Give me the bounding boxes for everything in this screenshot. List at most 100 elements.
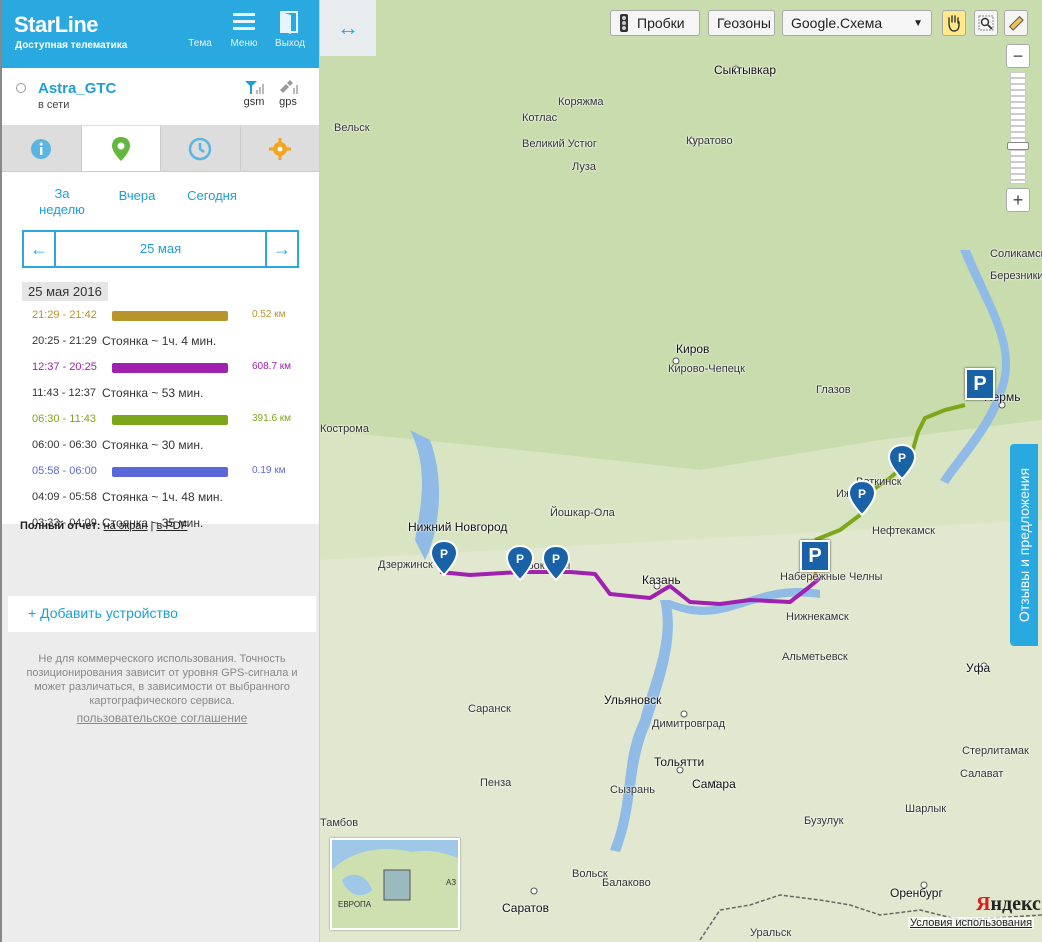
top-bar: StarLine Доступная телематика Тема Меню … bbox=[2, 0, 319, 68]
starline-logo[interactable]: StarLine bbox=[14, 12, 99, 38]
stop-row[interactable]: 04:09 - 05:58 Стоянка ~ 1ч. 48 мин. bbox=[32, 490, 302, 506]
tab-history[interactable] bbox=[161, 126, 241, 171]
parking-pin[interactable]: P bbox=[541, 544, 571, 586]
feedback-tab[interactable]: Отзывы и предложения bbox=[1010, 444, 1038, 646]
entry-time: 06:00 - 06:30 bbox=[32, 439, 97, 451]
minimap-terrain bbox=[332, 840, 458, 928]
parking-pin-icon: P bbox=[429, 539, 459, 577]
parking-pin[interactable]: P bbox=[847, 479, 877, 521]
trip-distance: 0.19 км bbox=[252, 465, 286, 476]
stop-row[interactable]: 11:43 - 12:37 Стоянка ~ 53 мин. bbox=[32, 386, 302, 402]
svg-text:P: P bbox=[898, 451, 906, 465]
entry-time: 20:25 - 21:29 bbox=[32, 335, 97, 347]
terms-of-use-link[interactable]: Условия использования bbox=[908, 917, 1035, 929]
stop-duration: Стоянка ~ 53 мин. bbox=[102, 386, 204, 400]
tab-settings[interactable] bbox=[241, 126, 320, 171]
antenna-signal-icon bbox=[245, 81, 264, 94]
day-header: 25 мая 2016 bbox=[22, 282, 108, 301]
svg-text:P: P bbox=[858, 487, 866, 501]
device-status-dot bbox=[16, 83, 26, 93]
brand-tagline: Доступная телематика bbox=[15, 40, 128, 51]
pan-tool-button[interactable] bbox=[942, 10, 966, 36]
expand-map-button[interactable]: ↔ bbox=[320, 0, 376, 56]
tab-info[interactable] bbox=[2, 126, 82, 171]
city-label: Набережные Челны bbox=[780, 571, 883, 583]
map-pin-icon bbox=[111, 136, 130, 161]
city-label: Альметьевск bbox=[782, 651, 848, 663]
device-name[interactable]: Astra_GTC bbox=[38, 80, 116, 97]
report-screen-link[interactable]: на экран bbox=[104, 520, 148, 532]
traffic-button[interactable]: Пробки bbox=[610, 10, 700, 36]
stop-row[interactable]: 20:25 - 21:29 Стоянка ~ 1ч. 4 мин. bbox=[32, 334, 302, 350]
stop-row[interactable]: 06:00 - 06:30 Стоянка ~ 30 мин. bbox=[32, 438, 302, 454]
city-label: Уральск bbox=[750, 927, 792, 939]
period-today[interactable]: Сегодня bbox=[180, 188, 244, 204]
device-status: в сети bbox=[38, 99, 70, 111]
city-label: Шарлык bbox=[905, 803, 947, 815]
parking-marker-large[interactable]: P bbox=[800, 540, 830, 572]
city-label: Соликамск bbox=[990, 248, 1042, 260]
menu-label: Меню bbox=[230, 38, 258, 49]
svg-text:P: P bbox=[440, 547, 448, 561]
parking-pin-icon: P bbox=[887, 443, 917, 481]
parking-marker-large[interactable]: P bbox=[965, 368, 995, 400]
city-label: Великий Устюг bbox=[522, 138, 597, 150]
date-label[interactable]: 25 мая bbox=[56, 232, 265, 266]
add-device-button[interactable]: + Добавить устройство bbox=[8, 596, 316, 632]
exit-label: Выход bbox=[275, 38, 305, 49]
user-agreement-link[interactable]: пользовательское соглашение bbox=[12, 711, 312, 725]
prev-date-button[interactable]: ← bbox=[24, 232, 56, 266]
device-header[interactable]: Astra_GTC в сети gsm gps bbox=[2, 68, 319, 126]
parking-pin[interactable]: P bbox=[887, 443, 917, 485]
next-date-button[interactable]: → bbox=[265, 232, 297, 266]
period-yesterday[interactable]: Вчера bbox=[112, 188, 162, 204]
zoom-area-tool-button[interactable] bbox=[974, 10, 998, 36]
overview-minimap[interactable]: ЕВРОПА АЗ bbox=[330, 838, 460, 930]
trip-row[interactable]: 21:29 - 21:42 0.52 км bbox=[32, 308, 302, 324]
trip-distance: 608.7 км bbox=[252, 361, 292, 372]
period-week[interactable]: За неделю bbox=[32, 186, 92, 218]
parking-pin[interactable]: P bbox=[505, 544, 535, 586]
parking-pin[interactable]: P bbox=[429, 539, 459, 581]
feedback-label: Отзывы и предложения bbox=[1016, 467, 1033, 623]
menu-button[interactable]: Меню bbox=[224, 10, 264, 49]
info-icon bbox=[31, 138, 52, 159]
svg-text:P: P bbox=[552, 552, 560, 566]
ruler-tool-button[interactable] bbox=[1004, 10, 1028, 36]
city-label: Саратов bbox=[502, 901, 549, 915]
full-report: Полный отчет: на экран | в PDF bbox=[20, 520, 187, 532]
city-label: Киров bbox=[676, 342, 710, 356]
map-type-select[interactable]: Google.Схема ▼ bbox=[782, 10, 932, 36]
minimap-europe-label: ЕВРОПА bbox=[338, 900, 372, 909]
sidebar: StarLine Доступная телематика Тема Меню … bbox=[0, 0, 320, 942]
stop-duration: Стоянка ~ 1ч. 48 мин. bbox=[102, 490, 223, 504]
satellite-signal-icon bbox=[280, 80, 298, 94]
report-pdf-link[interactable]: в PDF bbox=[156, 520, 187, 532]
map-view[interactable]: Сыктывкар Коряжма Котлас Вельск Великий Устю… bbox=[320, 0, 1042, 942]
zoom-slider-handle[interactable] bbox=[1007, 142, 1029, 150]
trip-color-bar bbox=[112, 467, 228, 477]
zoom-out-button[interactable]: − bbox=[1006, 44, 1030, 68]
parking-pin-icon: P bbox=[505, 544, 535, 582]
city-label: Вельск bbox=[334, 122, 370, 134]
trip-distance: 391.6 км bbox=[252, 413, 292, 424]
zoom-in-button[interactable]: + bbox=[1006, 188, 1030, 212]
tab-bar bbox=[2, 126, 319, 172]
moon-icon bbox=[180, 10, 220, 36]
city-label: Нижний Новгород bbox=[408, 520, 508, 534]
trip-journal: 25 мая 2016 21:29 - 21:42 0.52 км 20:25 - … bbox=[2, 282, 319, 532]
entry-time: 05:58 - 06:00 bbox=[32, 465, 97, 477]
geozones-button[interactable]: Геозоны bbox=[708, 10, 775, 36]
theme-label: Тема bbox=[188, 38, 212, 49]
city-label: Дзержинск bbox=[378, 559, 433, 571]
tab-map[interactable] bbox=[81, 126, 161, 171]
exit-button[interactable]: Выход bbox=[270, 10, 310, 49]
zoom-slider[interactable] bbox=[1010, 72, 1026, 184]
city-label: Балаково bbox=[602, 877, 651, 889]
trip-row[interactable]: 06:30 - 11:43 391.6 км bbox=[32, 412, 302, 428]
trip-row[interactable]: 12:37 - 20:25 608.7 км bbox=[32, 360, 302, 376]
city-label: Казань bbox=[642, 573, 681, 587]
parking-pin-icon: P bbox=[847, 479, 877, 517]
trip-row[interactable]: 05:58 - 06:00 0.19 км bbox=[32, 464, 302, 480]
theme-button[interactable]: Тема bbox=[180, 10, 220, 49]
